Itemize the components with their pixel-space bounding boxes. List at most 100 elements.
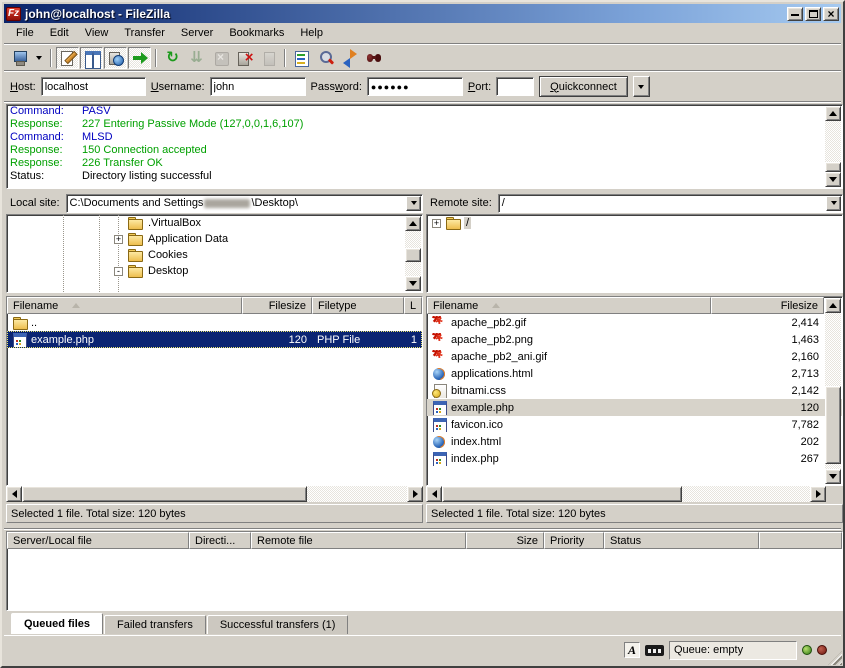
local-tree-scrollbar[interactable] (405, 216, 421, 291)
expand-plus-icon[interactable]: + (432, 219, 441, 228)
remote-file-row[interactable]: index.php 267 (427, 450, 842, 467)
remote-file-row[interactable]: favicon.ico 7,782 (427, 416, 842, 433)
remote-site-combobox[interactable]: / (498, 194, 843, 213)
scroll-down-button[interactable] (825, 172, 841, 187)
remote-list-scrollbar[interactable] (825, 298, 841, 484)
scroll-thumb[interactable] (22, 486, 307, 502)
local-file-list[interactable]: Filename Filesize Filetype L .. example.… (6, 296, 423, 486)
collapse-minus-icon[interactable]: - (114, 267, 123, 276)
quickconnect-button[interactable]: Quickconnect (539, 76, 628, 97)
remote-file-row[interactable]: apache_pb2.png 1,463 (427, 331, 842, 348)
quickconnect-dropdown-button[interactable] (633, 76, 650, 97)
scroll-up-button[interactable] (825, 106, 841, 121)
scroll-right-button[interactable] (810, 486, 826, 502)
process-queue-button[interactable]: ⇊ (185, 47, 208, 69)
ascii-data-type-icon[interactable]: A (624, 642, 640, 658)
minimize-button[interactable] (787, 7, 803, 21)
column-header-remote-file[interactable]: Remote file (251, 532, 466, 549)
remote-file-row[interactable]: index.html 202 (427, 433, 842, 450)
menu-server[interactable]: Server (173, 25, 221, 41)
local-tree-icon (83, 49, 101, 67)
column-header-filename[interactable]: Filename (7, 297, 242, 314)
remote-site-dropdown-button[interactable] (826, 196, 841, 211)
menu-view[interactable]: View (77, 25, 117, 41)
column-header-filesize[interactable]: Filesize (711, 297, 824, 314)
reconnect-button[interactable] (257, 47, 280, 69)
menu-transfer[interactable]: Transfer (116, 25, 173, 41)
remote-horizontal-scrollbar[interactable] (426, 486, 826, 502)
remote-file-row[interactable]: apache_pb2_ani.gif 2,160 (427, 348, 842, 365)
local-site-dropdown-button[interactable] (406, 196, 421, 211)
host-input[interactable] (41, 77, 146, 96)
column-header-status[interactable]: Status (604, 532, 759, 549)
scroll-left-button[interactable] (426, 486, 442, 502)
log-scrollbar[interactable] (825, 106, 841, 187)
remote-file-row-example-php[interactable]: example.php 120 (427, 399, 842, 416)
column-header-filesize[interactable]: Filesize (242, 297, 312, 314)
tab-failed-transfers[interactable]: Failed transfers (104, 615, 206, 634)
directory-comparison-button[interactable] (314, 47, 337, 69)
site-manager-dropdown-button[interactable] (32, 47, 46, 69)
column-header-priority[interactable]: Priority (544, 532, 604, 549)
tree-item-cookies[interactable]: Cookies (7, 247, 422, 263)
toggle-local-tree-button[interactable] (80, 47, 103, 69)
local-file-row-parent[interactable]: .. (7, 314, 422, 331)
local-directory-tree[interactable]: .VirtualBox + Application Data Cookies -… (6, 214, 423, 293)
disconnect-button[interactable] (233, 47, 256, 69)
menu-file[interactable]: File (8, 25, 42, 41)
password-input[interactable] (367, 77, 463, 96)
tab-successful-transfers[interactable]: Successful transfers (1) (207, 615, 349, 634)
scroll-up-button[interactable] (405, 216, 421, 231)
local-site-label: Local site: (6, 197, 62, 209)
username-input[interactable] (210, 77, 306, 96)
tree-item-application-data[interactable]: + Application Data (7, 231, 422, 247)
remote-file-row[interactable]: applications.html 2,713 (427, 365, 842, 382)
scroll-thumb[interactable] (825, 386, 841, 464)
remote-file-row[interactable]: bitnami.css 2,142 (427, 382, 842, 399)
column-header-filetype[interactable]: Filetype (312, 297, 404, 314)
column-header-size[interactable]: Size (466, 532, 544, 549)
refresh-button[interactable]: ↻ (161, 47, 184, 69)
tab-queued-files[interactable]: Queued files (11, 613, 103, 634)
tree-item-root[interactable]: + / (427, 215, 842, 231)
menu-help[interactable]: Help (292, 25, 331, 41)
column-header-lastmodified[interactable]: L (404, 297, 422, 314)
scroll-thumb[interactable] (442, 486, 682, 502)
speed-limit-icon[interactable] (645, 645, 664, 656)
port-input[interactable] (496, 77, 534, 96)
expand-plus-icon[interactable]: + (114, 235, 123, 244)
local-site-combobox[interactable]: C:\Documents and Settings\Desktop\ (66, 194, 423, 213)
synchronized-browsing-button[interactable] (338, 47, 361, 69)
maximize-button[interactable] (805, 7, 821, 21)
menu-edit[interactable]: Edit (42, 25, 77, 41)
column-header-direction[interactable]: Directi... (189, 532, 251, 549)
close-button[interactable]: × (823, 7, 839, 21)
scroll-down-button[interactable] (825, 469, 841, 484)
remote-directory-tree[interactable]: + / (426, 214, 843, 293)
remote-file-list[interactable]: Filename Filesize apache_pb2.gif 2,414 a… (426, 296, 843, 486)
toggle-remote-tree-button[interactable] (104, 47, 127, 69)
activity-led-green-icon (802, 645, 812, 655)
menu-bookmarks[interactable]: Bookmarks (221, 25, 292, 41)
remote-file-row[interactable]: apache_pb2.gif 2,414 (427, 314, 842, 331)
toggle-queue-button[interactable] (128, 47, 151, 69)
scroll-thumb[interactable] (825, 162, 841, 172)
cancel-operation-button[interactable] (209, 47, 232, 69)
scroll-up-button[interactable] (825, 298, 841, 313)
site-manager-button[interactable] (8, 47, 31, 69)
find-files-button[interactable] (362, 47, 385, 69)
scroll-left-button[interactable] (6, 486, 22, 502)
column-header-filename[interactable]: Filename (427, 297, 711, 314)
log-line: Response:227 Entering Passive Mode (127,… (7, 118, 842, 131)
scroll-thumb[interactable] (405, 248, 421, 262)
directory-filters-button[interactable] (290, 47, 313, 69)
tree-item-virtualbox[interactable]: .VirtualBox (7, 215, 422, 231)
scroll-right-button[interactable] (407, 486, 423, 502)
scroll-down-button[interactable] (405, 276, 421, 291)
binoculars-icon (365, 49, 383, 67)
local-file-row-example-php[interactable]: example.php 120 PHP File 1 (7, 331, 422, 348)
local-horizontal-scrollbar[interactable] (6, 486, 423, 502)
toggle-message-log-button[interactable] (56, 47, 79, 69)
column-header-server-local-file[interactable]: Server/Local file (7, 532, 189, 549)
tree-item-desktop[interactable]: - Desktop (7, 263, 422, 279)
